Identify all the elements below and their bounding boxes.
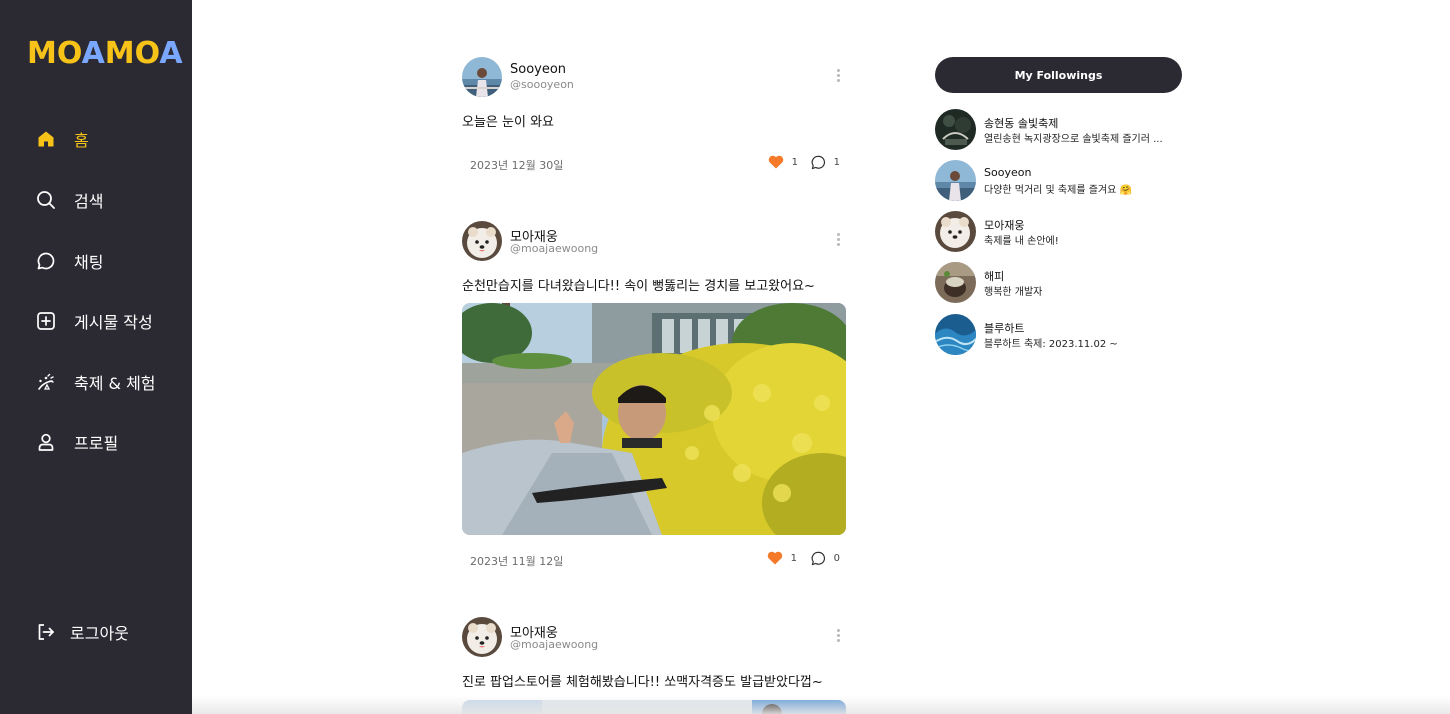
post-card: 모아재웅 @moajaewoong 순천만습지를 다녀왔습니다!! 속이 뻥뚫리…	[462, 221, 846, 581]
post-card: Sooyeon @soooyeon 오늘은 눈이 와요 2023년 12월 30…	[462, 57, 846, 177]
avatar[interactable]	[462, 221, 502, 261]
following-name: 해피	[984, 270, 1005, 283]
logo-part: A	[81, 36, 105, 71]
comment-icon	[811, 155, 825, 170]
nav-write-label: 게시물 작성	[74, 313, 153, 332]
home-icon	[36, 129, 56, 149]
post-header: Sooyeon @soooyeon	[462, 57, 846, 99]
avatar	[935, 314, 976, 355]
nav-write[interactable]: 게시물 작성	[36, 306, 153, 336]
nav-profile[interactable]: 프로필	[36, 427, 118, 457]
nav-chat-label: 채팅	[74, 253, 104, 272]
like-button[interactable]: 1	[768, 155, 798, 169]
following-item[interactable]: 해피 행복한 개발자	[935, 262, 1195, 304]
like-button[interactable]: 1	[767, 551, 797, 565]
following-item[interactable]: 송현동 솔빛축제 열린송현 녹지광장으로 솔빛축제 즐기러 ...	[935, 109, 1195, 151]
nav-search[interactable]: 검색	[36, 185, 103, 215]
nav-profile-label: 프로필	[74, 434, 119, 453]
post-author-name[interactable]: Sooyeon	[510, 62, 566, 77]
my-followings-button[interactable]: My Followings	[935, 57, 1182, 93]
nav-home[interactable]: 홈	[36, 124, 89, 154]
avatar	[935, 211, 976, 252]
festival-icon	[36, 372, 56, 392]
avatar[interactable]	[462, 617, 502, 657]
nav-logout[interactable]: 로그아웃	[36, 617, 129, 647]
nav-home-label: 홈	[74, 131, 89, 150]
logo[interactable]: MOAMOA	[27, 38, 183, 70]
post-text: 오늘은 눈이 와요	[462, 115, 554, 130]
more-options-icon[interactable]	[836, 233, 840, 249]
plus-square-icon	[36, 311, 56, 331]
like-count: 1	[790, 552, 797, 564]
post-text: 진로 팝업스토어를 체험해봤습니다!! 쏘맥자격증도 발급받았다껍~	[462, 675, 823, 690]
post-text: 순천만습지를 다녀왔습니다!! 속이 뻥뚫리는 경치를 보고왔어요~	[462, 279, 815, 294]
sidebar: MOAMOA 홈 검색 채팅 게시물 작성 축제 & 체험 프로필 로그아웃	[0, 0, 192, 714]
following-description: 행복한 개발자	[984, 287, 1043, 298]
post-footer: 2023년 11월 12일 1 0	[462, 551, 846, 569]
logo-part: MO	[27, 36, 82, 71]
nav-festival-label: 축제 & 체험	[74, 374, 156, 393]
following-description: 블루하트 축제: 2023.11.02 ~	[984, 339, 1118, 350]
post-author-handle: @moajaewoong	[510, 242, 599, 255]
post-image[interactable]	[462, 303, 846, 535]
post-author-handle: @moajaewoong	[510, 638, 599, 651]
search-icon	[36, 190, 56, 210]
logo-part: A	[159, 36, 183, 71]
post-footer: 2023년 12월 30일 1 1	[462, 155, 846, 173]
user-icon	[36, 432, 56, 452]
post-card: 모아재웅 @moajaewoong 진로 팝업스토어를 체험해봤습니다!! 쏘맥…	[462, 617, 846, 714]
following-description: 다양한 먹거리 및 축제를 즐겨요 🤗	[984, 185, 1132, 196]
following-item[interactable]: 블루하트 블루하트 축제: 2023.11.02 ~	[935, 314, 1195, 356]
logout-icon	[36, 622, 56, 642]
following-item[interactable]: Sooyeon 다양한 먹거리 및 축제를 즐겨요 🤗	[935, 160, 1195, 202]
comment-count: 1	[833, 157, 840, 168]
post-header: 모아재웅 @moajaewoong	[462, 617, 846, 659]
post-header: 모아재웅 @moajaewoong	[462, 221, 846, 263]
nav-festival[interactable]: 축제 & 체험	[36, 367, 156, 397]
nav-chat[interactable]: 채팅	[36, 246, 103, 276]
avatar	[935, 109, 976, 150]
following-item[interactable]: 모아재웅 축제를 내 손안에!	[935, 211, 1195, 253]
post-date: 2023년 11월 12일	[470, 555, 564, 568]
avatar	[935, 262, 976, 303]
logo-part: MO	[104, 36, 160, 71]
comment-count: 0	[833, 553, 840, 564]
nav-search-label: 검색	[74, 192, 104, 211]
post-date: 2023년 12월 30일	[470, 159, 564, 172]
following-name: 블루하트	[984, 322, 1025, 335]
comment-button[interactable]: 1	[811, 155, 840, 170]
following-name: 송현동 솔빛축제	[984, 117, 1059, 130]
nav-logout-label: 로그아웃	[70, 624, 129, 643]
heart-icon	[768, 155, 783, 169]
avatar[interactable]	[462, 57, 502, 97]
following-description: 열린송현 녹지광장으로 솔빛축제 즐기러 ...	[984, 134, 1163, 145]
comment-button[interactable]: 0	[811, 551, 840, 566]
following-name: Sooyeon	[984, 166, 1032, 179]
post-author-handle: @soooyeon	[510, 78, 574, 91]
following-description: 축제를 내 손안에!	[984, 236, 1059, 247]
chat-icon	[36, 251, 56, 271]
comment-icon	[811, 551, 825, 566]
more-options-icon[interactable]	[836, 629, 840, 645]
following-name: 모아재웅	[984, 219, 1025, 232]
post-image[interactable]	[462, 700, 846, 714]
app: MOAMOA 홈 검색 채팅 게시물 작성 축제 & 체험 프로필 로그아웃 S…	[0, 0, 1450, 714]
heart-icon	[767, 551, 782, 565]
like-count: 1	[791, 156, 798, 168]
more-options-icon[interactable]	[836, 69, 840, 85]
avatar	[935, 160, 976, 201]
